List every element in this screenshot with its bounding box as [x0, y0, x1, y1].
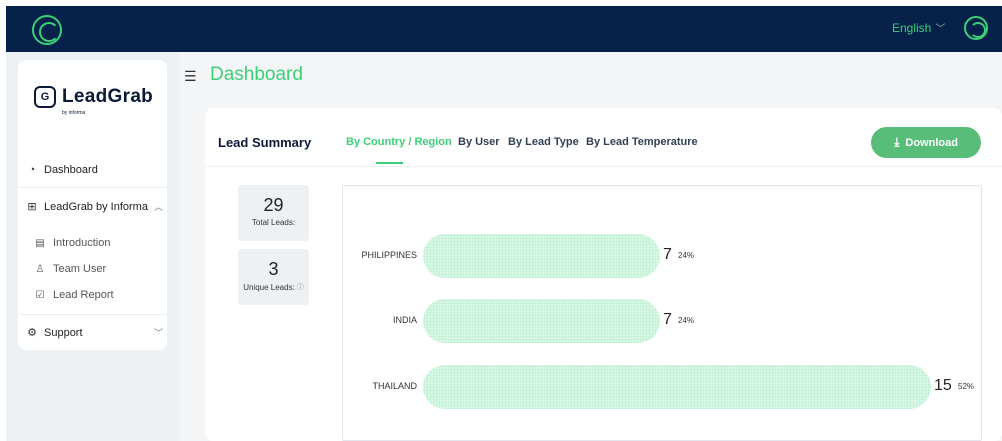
collapse-menu-icon[interactable]: ☰	[184, 68, 197, 85]
bar-percent-label: 52%	[958, 382, 975, 391]
unique-leads-label: Unique Leads: ⓘ	[238, 282, 309, 292]
language-label: English	[892, 20, 932, 35]
active-tab-indicator	[376, 162, 403, 164]
sitemap-icon: ⊞	[27, 201, 37, 213]
total-leads-stat: 29 Total Leads:	[238, 185, 309, 241]
category-label: INDIA	[392, 315, 417, 325]
sidebar-item-label: Support	[44, 326, 83, 339]
leads-by-country-chart: PHILIPPINES 7 24% INDIA 7 24% THAILAND 15 52%	[342, 185, 982, 441]
brand-name: LeadGrab	[62, 86, 154, 107]
sidebar-subitem-label: Introduction	[53, 237, 111, 249]
total-leads-value: 29	[263, 195, 284, 215]
category-label: PHILIPPINES	[361, 250, 417, 260]
sidebar-divider	[18, 187, 167, 188]
sidebar-item-label: Dashboard	[44, 164, 98, 176]
tab-by-lead-type[interactable]: By Lead Type	[508, 136, 579, 148]
bar-percent-label: 24%	[678, 316, 695, 325]
tab-by-user[interactable]: By User	[458, 136, 500, 148]
sidebar-subitem-label: Lead Report	[53, 289, 114, 301]
user-icon: ♙	[35, 263, 45, 275]
brand-mark-icon: G	[34, 86, 56, 108]
document-icon: ▤	[35, 237, 45, 249]
support-icon: ⚙	[27, 327, 37, 339]
top-bar: English ﹀	[6, 6, 1002, 52]
card-divider	[205, 166, 1002, 167]
sidebar-item-dashboard[interactable]: ◔ Dashboard	[26, 164, 163, 176]
category-label: THAILAND	[372, 381, 417, 391]
language-selector[interactable]: English ﹀	[892, 20, 946, 36]
chart-bar[interactable]	[423, 234, 660, 278]
tab-by-lead-temperature[interactable]: By Lead Temperature	[586, 136, 698, 148]
chart-bar[interactable]	[423, 365, 931, 409]
sidebar: G LeadGrab by informa ◔ Dashboard ⊞ Lead…	[18, 60, 167, 350]
unique-leads-stat: 3 Unique Leads: ⓘ	[238, 249, 309, 305]
bar-value-label: 7	[663, 246, 672, 263]
tab-by-country-region[interactable]: By Country / Region	[346, 136, 452, 148]
download-icon: ⤓	[894, 135, 900, 149]
chevron-down-icon: ﹀	[153, 328, 163, 338]
app-logo-icon[interactable]	[32, 15, 62, 45]
total-leads-label-text: Total Leads:	[251, 218, 296, 227]
dashboard-icon: ◔	[28, 164, 36, 176]
user-avatar-icon[interactable]	[964, 16, 988, 40]
card-title: Lead Summary	[218, 135, 312, 150]
info-icon[interactable]: ⓘ	[297, 282, 304, 292]
brand-logo: G LeadGrab by informa	[34, 86, 154, 116]
sidebar-divider	[18, 314, 167, 315]
lead-summary-card: Lead Summary By Country / Region By User…	[205, 108, 1002, 441]
download-button-label: Download	[905, 136, 958, 149]
sidebar-subitem-label: Team User	[53, 263, 107, 275]
sidebar-subitem-introduction[interactable]: ▤ Introduction	[34, 237, 110, 249]
sidebar-item-leadgrab[interactable]: ⊞ LeadGrab by Informa ︿	[26, 200, 163, 214]
bar-value-label: 15	[934, 377, 952, 394]
sidebar-item-support[interactable]: ⚙ Support ﹀	[26, 326, 163, 340]
total-leads-label: Total Leads:	[238, 218, 309, 227]
app-frame: English ﹀ G LeadGrab by informa ◔ Dashbo…	[6, 6, 1002, 441]
chevron-up-icon: ︿	[153, 202, 163, 212]
chevron-down-icon: ﹀	[935, 24, 946, 35]
brand-sub: by informa	[62, 110, 86, 116]
report-icon: ☑	[35, 289, 45, 301]
download-button[interactable]: ⤓ Download	[871, 127, 981, 158]
unique-leads-label-text: Unique Leads:	[243, 282, 295, 292]
bar-value-label: 7	[663, 311, 672, 328]
sidebar-subitem-team-user[interactable]: ♙ Team User	[34, 263, 107, 275]
unique-leads-value: 3	[268, 259, 279, 279]
chart-bar[interactable]	[423, 299, 660, 343]
sidebar-item-label: LeadGrab by Informa	[44, 200, 148, 213]
bar-percent-label: 24%	[678, 251, 695, 260]
page-title: Dashboard	[210, 64, 303, 85]
sidebar-subitem-lead-report[interactable]: ☑ Lead Report	[34, 289, 114, 301]
